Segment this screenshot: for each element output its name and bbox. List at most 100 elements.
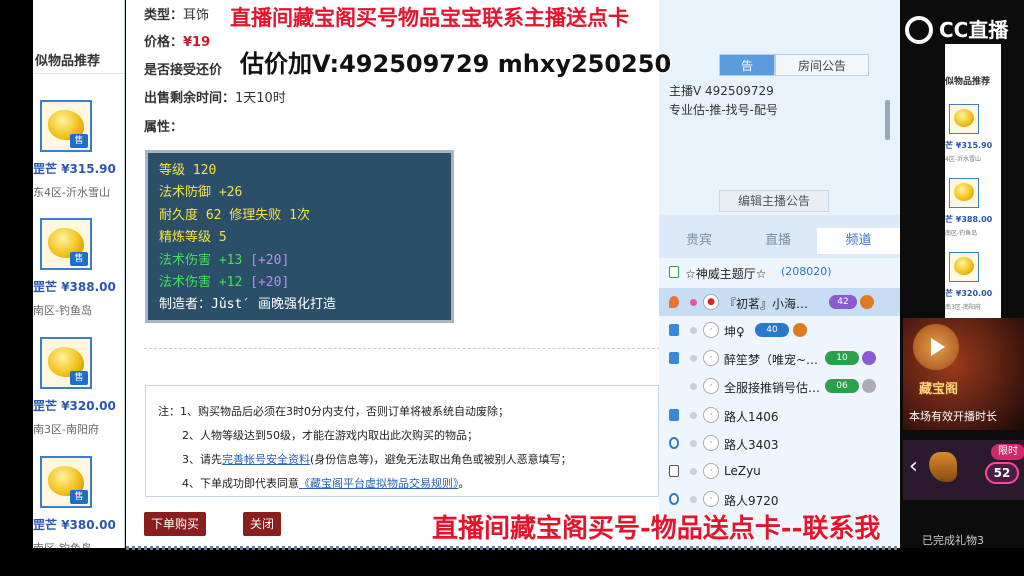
type-row: 类型：耳饰 [144,8,210,23]
item-server: 南区-钓鱼岛 [33,304,92,317]
play-icon [669,266,679,278]
note-2: 2、人物等级达到50级，才能在游戏内取出此次购买的物品； [182,429,478,442]
trade-rules-link[interactable]: 《藏宝阁平台虚拟物品交易规则》 [299,477,459,490]
treasure-promo[interactable]: 藏宝阁 本场有效开播时长 [903,318,1024,430]
user-row[interactable]: · 全服接推销号估… 06 [659,372,900,400]
left-black-bar [0,0,33,576]
attr-maker: 制造者：Jǔst′ 画晚强化打造 [159,297,336,313]
tab-room-notice[interactable]: 房间公告 [775,54,869,76]
tab-announce[interactable]: 告 [719,54,775,76]
mirror-price: 芒 ¥320.00 [945,289,993,298]
attributes-label: 属性： [144,120,184,135]
user-list: ☆神威主题厅☆ (208020) ● 『初茗』小海… 42 · 坤♀ 40 · … [659,258,900,548]
avatar: ● [703,294,719,310]
user-row[interactable]: · 路人3403 [659,429,900,457]
user-row[interactable]: · 路人1406 [659,401,900,429]
gift-count: 52 [985,462,1019,484]
mobile-icon [669,324,679,336]
account-security-link[interactable]: 完善帐号安全资料 [222,453,310,466]
tab-live[interactable]: 直播 [739,228,817,254]
gold-earring-icon [954,257,974,275]
status-dot [690,299,697,306]
channel-row[interactable]: ☆神威主题厅☆ (208020) [659,258,900,286]
accept-offer-row: 是否接受还价 [144,63,223,78]
chat-panel: 告 房间公告 主播V 492509729 专业估-推-找号-配号 编辑主播公告 … [659,0,900,548]
scrollbar[interactable] [885,100,890,140]
user-row[interactable]: ● 『初茗』小海… 42 [659,288,900,316]
recommended-item[interactable]: 售 罡芒 ¥388.00 南区-钓鱼岛 [33,218,124,336]
gift-icon[interactable] [929,452,957,482]
item-thumbnail[interactable]: 售 [40,100,92,152]
medal-icon [860,295,874,309]
user-row[interactable]: · LeZyu [659,457,900,485]
user-name: 路人9720 [724,494,779,508]
item-thumbnail [949,104,979,134]
chevron-left-icon[interactable]: ‹ [909,454,918,479]
item-thumbnail[interactable]: 售 [40,337,92,389]
avatar: · [703,407,719,423]
stream-overlay-bottom: 直播间藏宝阁买号-物品送点卡--联系我 [432,514,881,544]
item-price: 罡芒 ¥320.00 [33,399,116,413]
user-name: 『初茗』小海… [724,297,809,311]
status-dot [690,496,697,503]
avatar: · [703,378,719,394]
stream-overlay-contact: 估价加V:492509729 mhxy250250 [240,50,672,78]
status-dot [690,440,697,447]
item-thumbnail[interactable]: 售 [40,456,92,508]
user-name: 全服接推销号估… [724,381,821,395]
user-name: 坤♀ [724,325,745,339]
sell-badge: 售 [70,490,88,504]
close-button[interactable]: 关闭 [243,512,281,536]
bottom-black-bar [0,548,1024,576]
status-dot [690,327,697,334]
attribute-box: 等级 120 法术防御 +26 耐久度 62 修理失败 1次 精炼等级 5 法术… [145,150,454,323]
item-thumbnail[interactable]: 售 [40,218,92,270]
channel-title: ☆神威主题厅☆ [685,267,767,281]
tab-channel[interactable]: 频道 [817,228,900,254]
note-3: 3、请先完善帐号安全资料(身份信息等)，避免无法取出角色或被别人恶意填写； [182,453,572,466]
user-row[interactable]: · 坤♀ 40 [659,316,900,344]
mobile-icon [669,409,679,421]
attr-magic-defense: 法术防御 +26 [159,185,243,201]
recommended-item[interactable]: 售 罡芒 ¥380.00 南区-钓鱼岛 [33,456,124,548]
status-dot [690,468,697,475]
item-thumbnail [949,178,979,208]
level-badge: 06 [825,379,859,393]
level-badge: 40 [755,323,789,337]
mirror-price: 芒 ¥388.00 [945,215,993,224]
stream-overlay-top: 直播间藏宝阁买号物品宝宝联系主播送点卡 [230,6,629,30]
stream-mirror-panel: 似物品推荐 芒 ¥315.90 4区-沂水雪山 芒 ¥388.00 南区-钓鱼岛… [945,44,1001,334]
status-dot [690,412,697,419]
avatar: · [703,322,719,338]
item-server: 东4区-沂水雪山 [33,186,110,199]
edit-announcement-button[interactable]: 编辑主播公告 [719,190,829,212]
medal-icon [862,351,876,365]
announce-line: 主播V 492509729 [669,84,774,98]
note-4: 4、下单成功即代表同意《藏宝阁平台虚拟物品交易规则》。 [182,477,470,490]
recommended-title: 似物品推荐 [33,50,124,74]
user-name: 路人1406 [724,410,779,424]
gift-status-text: 已完成礼物3 [922,534,984,547]
avatar: · [703,350,719,366]
item-price: 罡芒 ¥315.90 [33,162,116,176]
note-1: 注：1、购买物品后必须在3时0分内支付，否则订单将被系统自动废除； [158,405,509,418]
mirror-title: 似物品推荐 [945,77,991,87]
item-price: 罡芒 ¥388.00 [33,280,116,294]
medal-icon [862,379,876,393]
user-row[interactable]: · 醉笙梦（唯宠~… 10 [659,344,900,372]
status-dot [690,355,697,362]
recommended-item[interactable]: 售 罡芒 ¥320.00 南3区-南阳府 [33,337,124,455]
cc-logo-icon [905,16,933,44]
recommended-list: 似物品推荐 售 罡芒 ¥315.90 东4区-沂水雪山 售 罡芒 ¥388.00… [33,0,125,548]
mirror-item: 芒 ¥320.00 南3区-南阳府 [945,252,1001,322]
ie-browser-icon [669,493,679,505]
limited-badge: 限时 [991,444,1024,460]
tab-vip[interactable]: 贵宾 [659,228,739,254]
sell-badge: 售 [70,134,88,148]
buy-button[interactable]: 下单购买 [144,512,206,536]
recommended-item[interactable]: 售 罡芒 ¥315.90 东4区-沂水雪山 [33,100,124,218]
price-row: 价格：¥19 [144,35,211,50]
remaining-time-row: 出售剩余时间：1天10时 [144,91,286,106]
notes-box: 注：1、购买物品后必须在3时0分内支付，否则订单将被系统自动废除； 2、人物等级… [145,385,659,497]
play-icon [913,324,959,370]
